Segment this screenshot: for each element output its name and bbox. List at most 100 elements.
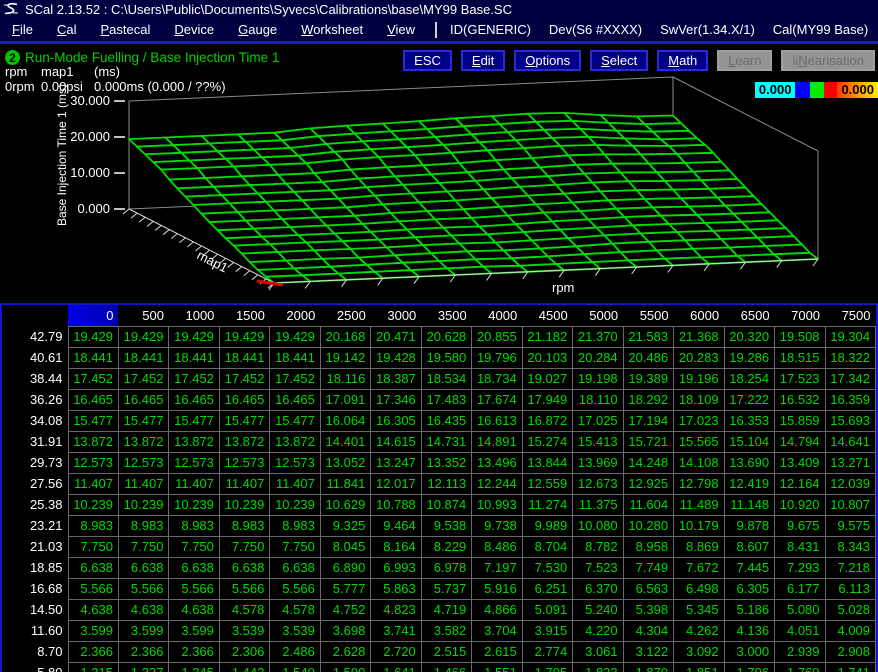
cell[interactable]: 12.419 [724,473,774,494]
row-header-31.91[interactable]: 31.91 [2,431,68,452]
cell[interactable]: 10.807 [825,494,875,515]
cell[interactable]: 2.939 [775,641,825,662]
cell[interactable]: 5.186 [724,599,774,620]
cell[interactable]: 6.563 [623,578,673,599]
cell[interactable]: 16.532 [775,389,825,410]
cell[interactable]: 13.969 [573,452,623,473]
cell[interactable]: 10.179 [674,515,724,536]
cell[interactable]: 18.322 [825,347,875,368]
cell[interactable]: 11.407 [118,473,168,494]
cell[interactable]: 2.306 [219,641,269,662]
cell[interactable]: 16.435 [421,410,471,431]
cell[interactable]: 8.704 [522,536,572,557]
row-header-21.03[interactable]: 21.03 [2,536,68,557]
cell[interactable]: 17.523 [775,368,825,389]
cell[interactable]: 5.566 [219,578,269,599]
cell[interactable]: 12.573 [270,452,320,473]
cell[interactable]: 19.304 [825,326,875,347]
cell[interactable]: 17.674 [472,389,522,410]
cell[interactable]: 7.749 [623,557,673,578]
cell[interactable]: 13.872 [219,431,269,452]
cell[interactable]: 19.429 [118,326,168,347]
cell[interactable]: 3.061 [573,641,623,662]
cell[interactable]: 9.989 [522,515,572,536]
cell[interactable]: 1.705 [522,662,572,672]
cell[interactable]: 6.638 [219,557,269,578]
cell[interactable]: 21.583 [623,326,673,347]
cell[interactable]: 8.983 [169,515,219,536]
cell[interactable]: 4.752 [320,599,370,620]
cell[interactable]: 4.262 [674,620,724,641]
col-header-6000[interactable]: 6000 [674,305,724,326]
cell[interactable]: 19.286 [724,347,774,368]
cell[interactable]: 10.239 [118,494,168,515]
cell[interactable]: 6.638 [270,557,320,578]
cell[interactable]: 20.486 [623,347,673,368]
row-header-38.44[interactable]: 38.44 [2,368,68,389]
row-header-8.70[interactable]: 8.70 [2,641,68,662]
cell[interactable]: 8.782 [573,536,623,557]
cell[interactable]: 16.353 [724,410,774,431]
cell[interactable]: 13.690 [724,452,774,473]
cell[interactable]: 3.915 [522,620,572,641]
cell[interactable]: 2.628 [320,641,370,662]
row-header-23.21[interactable]: 23.21 [2,515,68,536]
cell[interactable]: 10.239 [270,494,320,515]
cell[interactable]: 9.738 [472,515,522,536]
cell[interactable]: 11.407 [219,473,269,494]
cell[interactable]: 7.750 [270,536,320,557]
cell[interactable]: 3.000 [724,641,774,662]
cell[interactable]: 18.441 [219,347,269,368]
cell[interactable]: 17.342 [825,368,875,389]
cell[interactable]: 18.734 [472,368,522,389]
cell[interactable]: 11.407 [270,473,320,494]
cell[interactable]: 9.878 [724,515,774,536]
cell[interactable]: 9.575 [825,515,875,536]
cell[interactable]: 6.890 [320,557,370,578]
cell[interactable]: 5.091 [522,599,572,620]
col-header-3500[interactable]: 3500 [421,305,471,326]
col-header-5500[interactable]: 5500 [623,305,673,326]
cell[interactable]: 17.091 [320,389,370,410]
cell[interactable]: 6.177 [775,578,825,599]
cell[interactable]: 13.496 [472,452,522,473]
col-header-0[interactable]: 0 [68,305,118,326]
menu-worksheet[interactable]: Worksheet [289,22,375,37]
cell[interactable]: 17.452 [118,368,168,389]
cell[interactable]: 15.413 [573,431,623,452]
cell[interactable]: 1.551 [472,662,522,672]
cell[interactable]: 14.641 [825,431,875,452]
row-header-18.85[interactable]: 18.85 [2,557,68,578]
cell[interactable]: 13.271 [825,452,875,473]
cell[interactable]: 17.025 [573,410,623,431]
cell[interactable]: 8.229 [421,536,471,557]
cell[interactable]: 3.122 [623,641,673,662]
cell[interactable]: 5.863 [371,578,421,599]
edit-button[interactable]: Edit [461,50,505,71]
cell[interactable]: 6.305 [724,578,774,599]
cell[interactable]: 21.370 [573,326,623,347]
cell[interactable]: 17.949 [522,389,572,410]
cell[interactable]: 11.407 [169,473,219,494]
cell[interactable]: 14.891 [472,431,522,452]
cell[interactable]: 16.064 [320,410,370,431]
cell[interactable]: 18.441 [270,347,320,368]
cell[interactable]: 4.578 [270,599,320,620]
cell[interactable]: 4.136 [724,620,774,641]
cell[interactable]: 6.370 [573,578,623,599]
cell[interactable]: 19.027 [522,368,572,389]
cell[interactable]: 4.866 [472,599,522,620]
cell[interactable]: 19.428 [371,347,421,368]
cell[interactable]: 18.534 [421,368,471,389]
cell[interactable]: 4.638 [118,599,168,620]
cell[interactable]: 19.142 [320,347,370,368]
cell[interactable]: 19.196 [674,368,724,389]
cell[interactable]: 8.983 [118,515,168,536]
cell[interactable]: 18.441 [169,347,219,368]
cell[interactable]: 17.452 [169,368,219,389]
cell[interactable]: 18.110 [573,389,623,410]
cell[interactable]: 12.573 [118,452,168,473]
cell[interactable]: 3.539 [270,620,320,641]
cell[interactable]: 7.750 [68,536,118,557]
cell[interactable]: 3.582 [421,620,471,641]
